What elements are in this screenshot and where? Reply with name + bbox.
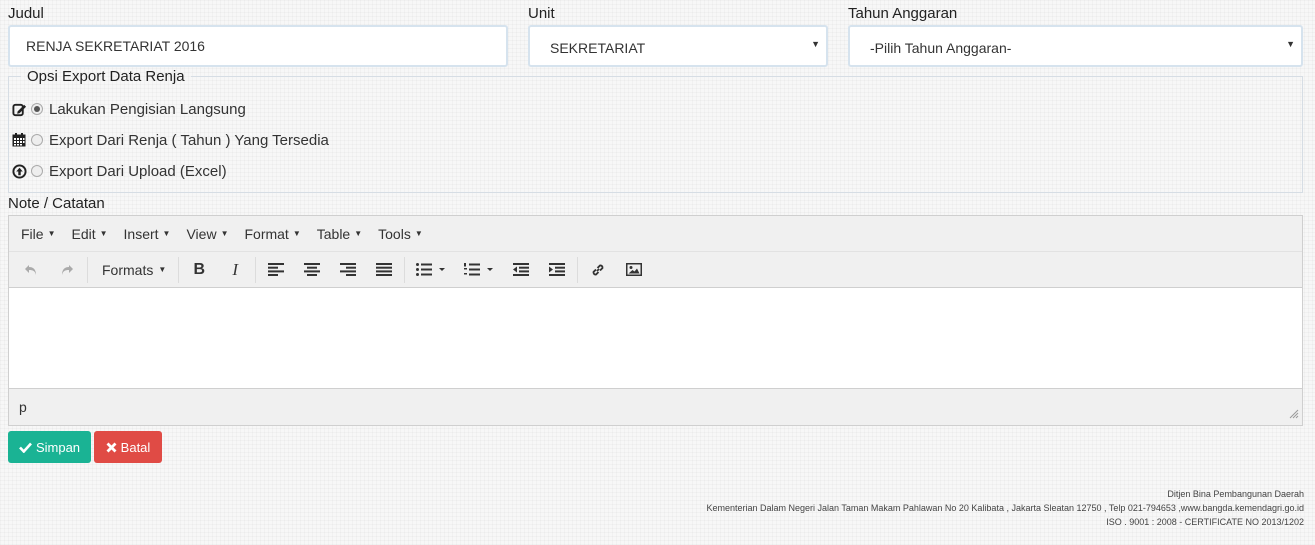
- check-icon: [19, 442, 32, 453]
- align-center-icon[interactable]: [294, 256, 330, 284]
- toolbar-divider: [404, 256, 406, 283]
- judul-value: RENJA SEKRETARIAT 2016: [26, 38, 205, 54]
- image-icon[interactable]: [616, 256, 652, 284]
- caret-down-icon: ▼: [292, 229, 301, 238]
- option-export-renja[interactable]: Export Dari Renja ( Tahun ) Yang Tersedi…: [11, 129, 329, 151]
- formats-label: Formats: [102, 261, 154, 278]
- menu-label: Edit: [71, 225, 96, 242]
- simpan-label: Simpan: [35, 439, 81, 455]
- menu-label: File: [21, 225, 44, 242]
- outdent-icon[interactable]: [503, 256, 539, 284]
- option-label: Export Dari Renja ( Tahun ) Yang Tersedi…: [49, 131, 329, 149]
- editor-content-area[interactable]: [9, 288, 1302, 388]
- editor-statusbar: p: [9, 388, 1302, 425]
- element-path: p: [19, 399, 27, 415]
- menu-label: Table: [316, 225, 351, 242]
- batal-button[interactable]: Batal: [94, 431, 162, 463]
- align-justify-icon[interactable]: [366, 256, 402, 284]
- align-right-icon[interactable]: [330, 256, 366, 284]
- upload-icon: [11, 163, 27, 179]
- radio-export-renja[interactable]: [31, 134, 43, 146]
- chevron-down-icon: ▼: [811, 39, 820, 49]
- toolbar-divider: [577, 256, 579, 283]
- chevron-down-icon: ▼: [1286, 39, 1295, 49]
- editor-menubar: File ▼ Edit ▼ Insert ▼ View ▼ Format ▼ Table ▼…: [9, 216, 1302, 251]
- caret-down-icon: ▼: [414, 229, 423, 238]
- toolbar-divider: [87, 256, 88, 283]
- caret-down-icon: ▼: [47, 229, 56, 238]
- caret-down-icon: ▼: [220, 229, 229, 238]
- menu-tools[interactable]: Tools ▼: [378, 226, 423, 242]
- formats-dropdown[interactable]: Formats ▼: [90, 256, 176, 284]
- redo-icon[interactable]: [49, 256, 85, 284]
- tahun-value: -Pilih Tahun Anggaran-: [870, 40, 1012, 56]
- link-icon[interactable]: [580, 256, 616, 284]
- footer-line-2: Kementerian Dalam Negeri Jalan Taman Mak…: [706, 503, 1304, 513]
- menu-table[interactable]: Table ▼: [317, 226, 362, 242]
- menu-view[interactable]: View ▼: [186, 226, 228, 242]
- footer-line-1: Ditjen Bina Pembangunan Daerah: [1167, 489, 1304, 499]
- unit-label: Unit: [528, 5, 555, 22]
- toolbar-divider: [255, 256, 257, 283]
- menu-insert[interactable]: Insert ▼: [124, 226, 171, 242]
- note-editor: File ▼ Edit ▼ Insert ▼ View ▼ Format ▼ Table ▼…: [8, 215, 1303, 426]
- caret-down-icon: ▼: [162, 229, 171, 238]
- tahun-select[interactable]: -Pilih Tahun Anggaran- ▼: [848, 25, 1303, 67]
- bold-icon[interactable]: B: [181, 256, 217, 284]
- close-icon: [106, 442, 117, 452]
- tahun-label: Tahun Anggaran: [848, 5, 958, 22]
- option-export-upload[interactable]: Export Dari Upload (Excel): [11, 160, 227, 182]
- option-pengisian-langsung[interactable]: Lakukan Pengisian Langsung: [11, 98, 246, 120]
- option-label: Export Dari Upload (Excel): [49, 162, 227, 180]
- caret-down-icon: ▼: [99, 229, 108, 238]
- radio-export-upload[interactable]: [31, 165, 43, 177]
- bullet-list-icon[interactable]: [407, 256, 455, 284]
- numbered-list-icon[interactable]: [455, 256, 503, 284]
- batal-label: Batal: [120, 439, 151, 455]
- opsi-legend: Opsi Export Data Renja: [27, 68, 185, 85]
- judul-input[interactable]: RENJA SEKRETARIAT 2016: [8, 25, 508, 67]
- menu-file[interactable]: File ▼: [21, 226, 55, 242]
- undo-icon[interactable]: [13, 256, 49, 284]
- unit-value: SEKRETARIAT: [550, 40, 646, 56]
- menu-edit[interactable]: Edit ▼: [71, 226, 107, 242]
- caret-down-icon: ▼: [354, 229, 363, 238]
- calendar-icon: [11, 132, 27, 148]
- menu-format[interactable]: Format ▼: [244, 226, 300, 242]
- edit-icon: [11, 101, 27, 117]
- toolbar-divider: [178, 256, 180, 283]
- indent-icon[interactable]: [539, 256, 575, 284]
- editor-toolbar: Formats ▼ B I: [9, 251, 1302, 288]
- radio-pengisian-langsung[interactable]: [31, 103, 43, 115]
- option-label: Lakukan Pengisian Langsung: [49, 100, 246, 118]
- italic-icon[interactable]: I: [217, 256, 253, 284]
- align-left-icon[interactable]: [258, 256, 294, 284]
- judul-label: Judul: [8, 5, 44, 22]
- resize-handle-icon[interactable]: [1289, 406, 1299, 422]
- menu-label: Tools: [378, 225, 411, 242]
- caret-down-icon: ▼: [158, 265, 167, 274]
- menu-label: View: [186, 225, 217, 242]
- simpan-button[interactable]: Simpan: [8, 431, 91, 463]
- page-footer: Ditjen Bina Pembangunan Daerah Kementeri…: [706, 487, 1304, 529]
- note-label: Note / Catatan: [8, 195, 105, 212]
- footer-line-3: ISO . 9001 : 2008 - CERTIFICATE NO 2013/…: [1106, 517, 1304, 527]
- menu-label: Format: [244, 225, 289, 242]
- unit-select[interactable]: SEKRETARIAT ▼: [528, 25, 828, 67]
- menu-label: Insert: [123, 225, 159, 242]
